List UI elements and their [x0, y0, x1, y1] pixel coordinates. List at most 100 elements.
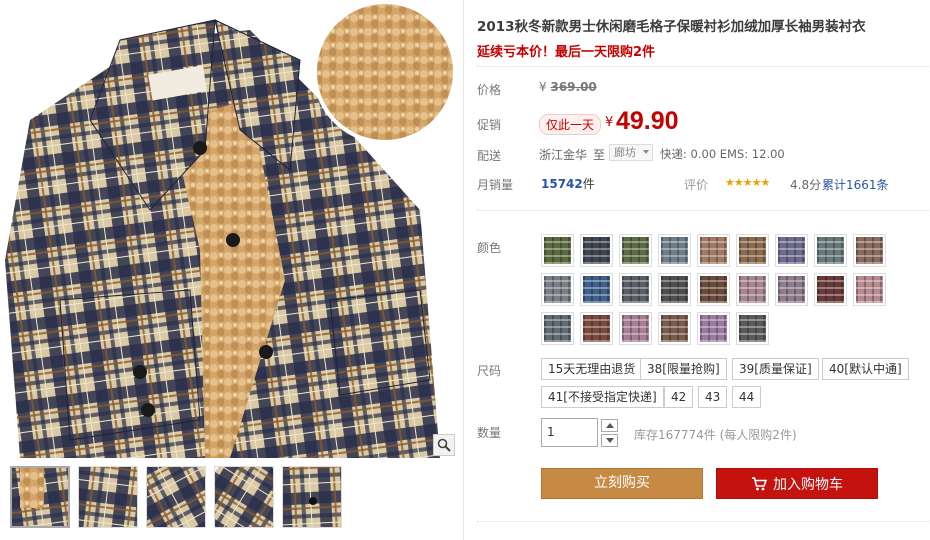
destination-select[interactable]: 廊坊: [609, 144, 653, 161]
buy-now-button[interactable]: 立刻购买: [541, 468, 703, 499]
color-swatch[interactable]: [853, 273, 886, 306]
thumbnail-strip: [10, 466, 342, 528]
color-swatch[interactable]: [775, 234, 808, 267]
product-info-panel: 2013秋冬新款男士休闲磨毛格子保暖衬衫加绒加厚长袖男装衬衣 延续亏本价！最后一…: [463, 0, 930, 540]
swatch-image: [544, 276, 571, 303]
color-swatch[interactable]: [658, 234, 691, 267]
thumbnail-5[interactable]: [282, 466, 342, 528]
size-option[interactable]: 39[质量保证]: [732, 358, 819, 380]
divider: [477, 521, 930, 522]
color-swatch[interactable]: [541, 273, 574, 306]
chevron-down-icon: [643, 150, 649, 154]
swatch-image: [583, 276, 610, 303]
color-swatch[interactable]: [853, 234, 886, 267]
swatch-image: [661, 276, 688, 303]
color-swatch[interactable]: [658, 273, 691, 306]
swatch-image: [544, 315, 571, 342]
original-price-value: 369.00: [550, 80, 597, 94]
color-swatch[interactable]: [736, 273, 769, 306]
color-swatch[interactable]: [580, 312, 613, 345]
color-swatch[interactable]: [697, 234, 730, 267]
thumbnail-4[interactable]: [214, 466, 274, 528]
ship-to-text: 至: [593, 148, 606, 162]
arrow-up-icon: [605, 423, 614, 428]
size-option[interactable]: 15天无理由退货: [541, 358, 643, 380]
swatch-image: [583, 237, 610, 264]
monthly-sales-count: 15742: [541, 177, 583, 191]
size-option[interactable]: 43: [698, 386, 728, 408]
color-swatch[interactable]: [658, 312, 691, 345]
currency-symbol: ¥: [539, 80, 547, 94]
color-swatch[interactable]: [619, 312, 652, 345]
thumbnail-image: [215, 467, 273, 527]
stock-info: 库存167774件 (每人限购2件): [634, 428, 797, 442]
swatch-image: [622, 315, 649, 342]
rating-stars-icon: ★★★★★: [725, 176, 770, 189]
promo-currency-symbol: ¥: [605, 115, 614, 130]
swatch-image: [739, 315, 766, 342]
color-swatch[interactable]: [580, 273, 613, 306]
size-option[interactable]: 44: [732, 386, 762, 408]
color-swatch[interactable]: [697, 312, 730, 345]
quantity-increase-button[interactable]: [601, 419, 618, 432]
promo-price: 49.90: [616, 107, 679, 135]
thumbnail-image: [147, 467, 205, 527]
rating-label: 评价: [684, 178, 709, 192]
color-label: 颜色: [477, 241, 502, 255]
swatch-image: [739, 276, 766, 303]
color-swatch[interactable]: [580, 234, 613, 267]
shipping-fees: 快递: 0.00 EMS: 12.00: [660, 147, 785, 161]
thumbnail-2[interactable]: [78, 466, 138, 528]
original-price: ¥ 369.00: [539, 80, 597, 94]
promo-label: 促销: [477, 118, 502, 132]
divider: [477, 66, 930, 67]
size-option[interactable]: 41[不接受指定快递]: [541, 386, 664, 408]
swatch-image: [778, 276, 805, 303]
color-swatch[interactable]: [619, 234, 652, 267]
divider: [477, 210, 930, 211]
ship-origin: 浙江金华: [539, 148, 588, 162]
swatch-image: [622, 237, 649, 264]
cart-icon: [752, 476, 767, 490]
swatch-image: [622, 276, 649, 303]
swatch-image: [700, 237, 727, 264]
swatch-image: [856, 237, 883, 264]
color-swatch[interactable]: [541, 234, 574, 267]
swatch-image: [700, 276, 727, 303]
promo-badge: 仅此一天: [539, 114, 602, 135]
review-count-link[interactable]: 累计1661条: [822, 176, 889, 193]
color-swatch[interactable]: [736, 312, 769, 345]
swatch-image: [778, 237, 805, 264]
rating-score: 4.8分: [790, 178, 822, 192]
quantity-input[interactable]: 1: [541, 418, 598, 447]
price-label: 价格: [477, 83, 502, 97]
product-main-image[interactable]: [0, 0, 456, 458]
arrow-down-icon: [605, 438, 614, 443]
swatch-image: [583, 315, 610, 342]
swatch-image: [700, 315, 727, 342]
thumbnail-image: [12, 468, 68, 526]
color-swatch[interactable]: [697, 273, 730, 306]
size-option[interactable]: 38[限量抢购]: [640, 358, 727, 380]
size-option[interactable]: 40[默认中通]: [822, 358, 909, 380]
quantity-decrease-button[interactable]: [601, 434, 618, 447]
quantity-label: 数量: [477, 426, 502, 440]
color-swatch[interactable]: [541, 312, 574, 345]
color-swatch[interactable]: [736, 234, 769, 267]
monthly-sales: 15742件: [541, 175, 595, 192]
color-swatch[interactable]: [814, 273, 847, 306]
thumbnail-image: [283, 467, 341, 527]
size-option[interactable]: 42: [664, 386, 694, 408]
swatch-image: [661, 237, 688, 264]
thumbnail-1[interactable]: [10, 466, 70, 528]
monthly-sales-unit: 件: [582, 177, 595, 191]
monthly-sales-label: 月销量: [477, 178, 514, 192]
color-swatch[interactable]: [775, 273, 808, 306]
add-to-cart-button[interactable]: 加入购物车: [716, 468, 878, 499]
thumbnail-3[interactable]: [146, 466, 206, 528]
color-swatch[interactable]: [814, 234, 847, 267]
swatch-image: [544, 237, 571, 264]
zoom-icon[interactable]: [433, 434, 455, 456]
destination-value: 廊坊: [614, 146, 636, 159]
color-swatch[interactable]: [619, 273, 652, 306]
